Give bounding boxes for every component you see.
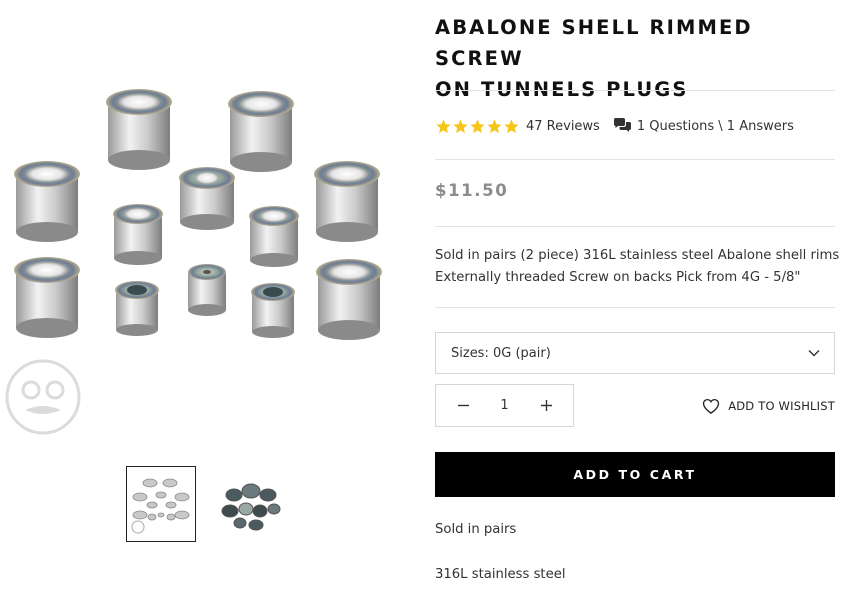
product-description: Sold in pairs (2 piece) 316L stainless s… (435, 245, 840, 289)
tunnel-large-3 (14, 161, 80, 242)
size-select[interactable]: Sizes: 0G (pair) (435, 332, 835, 374)
reviews-link[interactable]: 47 Reviews (526, 119, 600, 134)
divider (435, 90, 835, 91)
tunnel-medium-1 (179, 167, 235, 230)
star-icon (453, 118, 468, 133)
tunnel-large-2 (228, 91, 294, 172)
thumbnail-1[interactable] (126, 466, 196, 542)
thumbnail-2[interactable] (216, 466, 286, 542)
star-rating[interactable] (435, 118, 520, 135)
minus-icon (457, 404, 469, 407)
divider (435, 226, 835, 227)
tunnel-large-5 (14, 257, 80, 338)
main-product-image[interactable] (0, 80, 415, 450)
feature-item: Sold in pairs (435, 522, 517, 537)
watermark-logo (5, 359, 81, 435)
add-to-cart-button[interactable]: ADD TO CART (435, 452, 835, 497)
product-price: $11.50 (435, 181, 509, 200)
star-icon (470, 118, 485, 133)
feature-item: 316L stainless steel (435, 567, 566, 582)
tunnel-medium-2 (113, 204, 163, 265)
product-title-line1: ABALONE SHELL RIMMED SCREW (435, 16, 753, 70)
thumbnail-1-image (131, 478, 190, 534)
thumbnail-2-image (221, 483, 281, 531)
tunnel-large-4 (314, 161, 380, 242)
star-icon (504, 118, 519, 133)
thumbnail-strip (126, 466, 286, 542)
divider (435, 159, 835, 160)
heart-outline-icon (703, 398, 720, 414)
tunnel-large-6 (316, 259, 382, 340)
add-to-wishlist-button[interactable]: ADD TO WISHLIST (702, 398, 835, 414)
divider (435, 307, 835, 308)
chevron-down-icon (808, 350, 820, 357)
plugs-photo (5, 89, 382, 435)
chat-bubbles-icon (613, 118, 631, 132)
quantity-stepper (435, 384, 574, 427)
quantity-decrease-button[interactable] (456, 399, 470, 413)
star-icon (436, 118, 451, 133)
tunnel-large-1 (106, 89, 172, 170)
plus-icon (540, 400, 552, 411)
tunnel-small-1 (115, 281, 159, 336)
tunnel-medium-3 (249, 206, 299, 267)
rating-row: 47 Reviews 1 Questions \ 1 Answers (435, 114, 835, 138)
quantity-input[interactable] (494, 398, 515, 413)
quantity-increase-button[interactable] (539, 399, 553, 413)
product-title: ABALONE SHELL RIMMED SCREW ON TUNNELS PL… (435, 12, 835, 105)
size-select-value: Sizes: 0G (pair) (451, 345, 551, 361)
tunnel-small-2 (188, 264, 226, 316)
questions-link[interactable]: 1 Questions \ 1 Answers (613, 118, 794, 134)
questions-label: 1 Questions \ 1 Answers (636, 118, 794, 134)
product-gallery (0, 0, 415, 606)
wishlist-label: ADD TO WISHLIST (728, 399, 835, 413)
description-line-1: Sold in pairs (2 piece) 316L stainless s… (435, 248, 840, 263)
description-line-2: Externally threaded Screw on backs Pick … (435, 270, 801, 285)
tunnel-small-3 (251, 283, 295, 338)
star-icon (487, 118, 502, 133)
